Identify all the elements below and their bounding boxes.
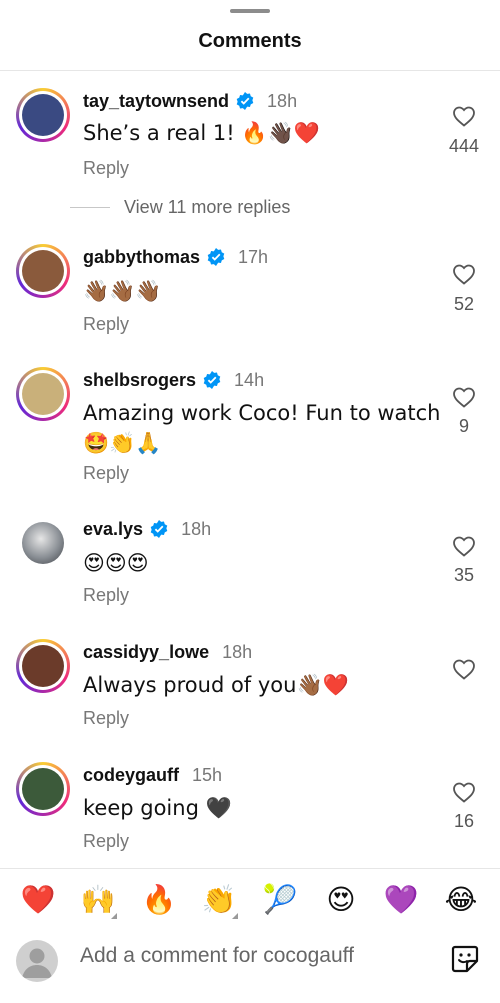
comment-time: 18h bbox=[181, 518, 212, 539]
drag-handle[interactable] bbox=[230, 9, 270, 13]
reply-button[interactable]: Reply bbox=[83, 831, 129, 852]
reply-button[interactable]: Reply bbox=[83, 585, 129, 606]
title-divider bbox=[0, 70, 500, 71]
comment-time: 18h bbox=[222, 641, 253, 662]
reply-button[interactable]: Reply bbox=[83, 708, 129, 729]
like-count: 35 bbox=[453, 565, 475, 585]
heart-outline-icon[interactable] bbox=[452, 105, 476, 127]
avatar[interactable] bbox=[22, 768, 64, 810]
comment-time: 14h bbox=[234, 369, 265, 390]
comment-text: She’s a real 1! 🔥👋🏿❤️ bbox=[83, 121, 320, 145]
avatar-ring[interactable] bbox=[16, 244, 70, 298]
comment-input[interactable]: Add a comment for cocogauff bbox=[80, 944, 354, 968]
quick-reaction-bar: ❤️ 🙌 🔥 👏 🎾 😍 💜 😂 bbox=[0, 868, 500, 931]
comments-sheet: Comments tay_taytownsend 18h She’s a rea… bbox=[0, 0, 500, 1003]
avatar-ring[interactable] bbox=[16, 516, 70, 570]
heart-outline-icon[interactable] bbox=[452, 263, 476, 285]
like-count: 444 bbox=[448, 136, 480, 156]
avatar-ring[interactable] bbox=[16, 762, 70, 816]
verified-badge-icon bbox=[207, 248, 225, 266]
skin-tone-indicator bbox=[111, 913, 117, 919]
heart-outline-icon[interactable] bbox=[452, 535, 476, 557]
reaction-tennis[interactable]: 🎾 bbox=[260, 883, 300, 917]
comment-text: Always proud of you👋🏾❤️ bbox=[83, 673, 349, 697]
avatar[interactable] bbox=[22, 645, 64, 687]
heart-outline-icon[interactable] bbox=[452, 658, 476, 680]
verified-badge-icon bbox=[150, 520, 168, 538]
avatar[interactable] bbox=[22, 373, 64, 415]
comment-text: Amazing work Coco! Fun to watch 🤩👏🙏 bbox=[83, 401, 441, 455]
view-more-replies[interactable]: View 11 more replies bbox=[70, 197, 290, 218]
comment-username[interactable]: eva.lys bbox=[83, 519, 143, 540]
comment-text: 😍😍😍 bbox=[83, 551, 149, 575]
view-more-replies-label: View 11 more replies bbox=[124, 197, 291, 217]
comment-time: 15h bbox=[192, 764, 223, 785]
reaction-raising-hands-glyph: 🙌 bbox=[80, 883, 116, 916]
reaction-red-heart[interactable]: ❤️ bbox=[18, 883, 58, 917]
avatar-ring[interactable] bbox=[16, 367, 70, 421]
avatar[interactable] bbox=[22, 94, 64, 136]
sticker-icon[interactable] bbox=[450, 944, 480, 974]
avatar[interactable] bbox=[22, 522, 64, 564]
reply-button[interactable]: Reply bbox=[83, 463, 129, 484]
comment-username[interactable]: codeygauff bbox=[83, 765, 179, 786]
reply-button[interactable]: Reply bbox=[83, 314, 129, 335]
comment-composer: Add a comment for cocogauff bbox=[0, 930, 500, 1003]
like-count: 16 bbox=[453, 811, 475, 831]
skin-tone-indicator bbox=[232, 913, 238, 919]
heart-outline-icon[interactable] bbox=[452, 386, 476, 408]
reply-button[interactable]: Reply bbox=[83, 158, 129, 179]
reaction-heart-eyes[interactable]: 😍 bbox=[321, 883, 361, 917]
like-count: 52 bbox=[453, 294, 475, 314]
reaction-clapping-hands-glyph: 👏 bbox=[201, 883, 237, 916]
avatar-ring[interactable] bbox=[16, 88, 70, 142]
reaction-purple-heart[interactable]: 💜 bbox=[381, 883, 421, 917]
reaction-tears-of-joy[interactable]: 😂 bbox=[441, 883, 481, 917]
comment-username[interactable]: cassidyy_lowe bbox=[83, 642, 209, 663]
reply-thread-line bbox=[70, 207, 110, 208]
verified-badge-icon bbox=[236, 92, 254, 110]
reaction-clapping-hands[interactable]: 👏 bbox=[199, 883, 239, 919]
comment-time: 17h bbox=[238, 246, 269, 267]
avatar[interactable] bbox=[22, 250, 64, 292]
avatar-ring[interactable] bbox=[16, 639, 70, 693]
verified-badge-icon bbox=[203, 371, 221, 389]
reaction-raising-hands[interactable]: 🙌 bbox=[78, 883, 118, 919]
user-avatar-icon bbox=[16, 940, 58, 982]
like-count: 9 bbox=[458, 416, 469, 436]
comment-text: keep going 🖤 bbox=[83, 796, 232, 820]
heart-outline-icon[interactable] bbox=[452, 781, 476, 803]
comment-text: 👋🏾👋🏾👋🏾 bbox=[83, 279, 162, 303]
comment-username[interactable]: gabbythomas bbox=[83, 247, 200, 268]
sheet-title: Comments bbox=[198, 30, 302, 52]
comment-time: 18h bbox=[267, 90, 298, 111]
comment-username[interactable]: shelbsrogers bbox=[83, 370, 196, 391]
reaction-fire[interactable]: 🔥 bbox=[139, 883, 179, 917]
comment-username[interactable]: tay_taytownsend bbox=[83, 91, 229, 112]
